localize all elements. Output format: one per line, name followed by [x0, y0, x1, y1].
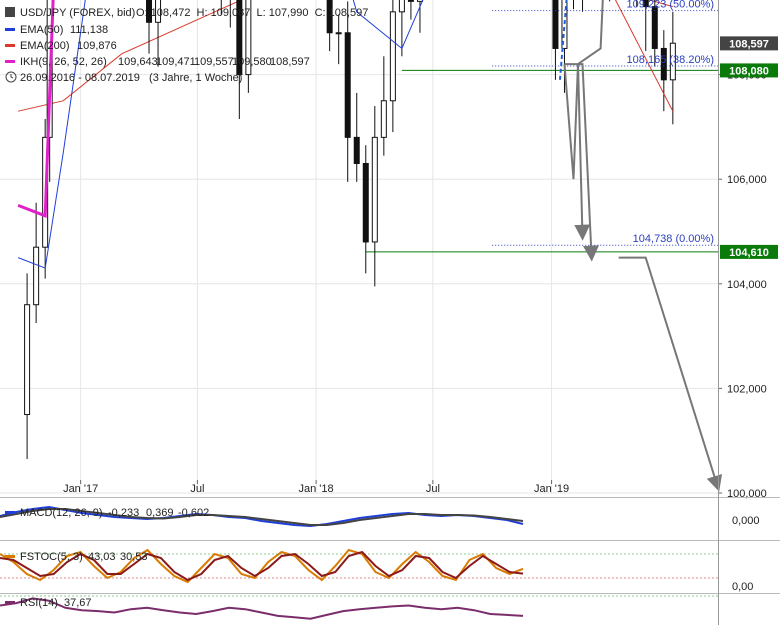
fstoc-panel: FSTOC(5, 3) 43,03 30,53 0,00 — [0, 540, 780, 593]
right-price-labels: 114,737114,570108,597108,080104,610 — [720, 36, 778, 259]
macd-value-1: -0,233 — [108, 507, 139, 519]
macd-value-3: -0,602 — [178, 507, 209, 519]
ema50-legend-swatch — [5, 28, 15, 31]
x-tick-label: Jul — [426, 483, 440, 495]
x-tick-label: Jul — [190, 483, 204, 495]
fib-label: 104,738 (0.00%) — [633, 233, 714, 245]
fib-label: 108,165 (38.20%) — [627, 54, 714, 66]
rsi-value: 37,67 — [64, 597, 92, 609]
x-tick-label: Jan '18 — [299, 483, 334, 495]
candle-body — [416, 0, 423, 2]
fib-label: 109,223 (50.00%) — [627, 0, 714, 11]
ikh-legend-value-4: 109,580 — [232, 56, 272, 68]
candle-body — [371, 136, 378, 243]
x-tick-label: Jan '19 — [534, 483, 569, 495]
candle-body — [552, 0, 559, 49]
price-label-text: 108,080 — [729, 65, 769, 77]
instrument-icon — [5, 7, 15, 17]
ema200-legend-value: 109,876 — [77, 40, 117, 52]
candle-body — [389, 11, 396, 102]
period-range: 26.09.2016 - 08.07.2019 (3 Jahre, 1 Woch… — [20, 72, 242, 84]
candle-body — [398, 0, 405, 13]
candle-body — [335, 32, 342, 35]
y-tick-label: 102,000 — [727, 383, 767, 395]
ikh-legend-value-1: 109,643 — [118, 56, 158, 68]
rsi-legend-label: RSI(14) — [20, 597, 58, 609]
rsi-panel: RSI(14) 37,67 — [0, 593, 780, 620]
ikh-legend-value-2: 109,471 — [156, 56, 196, 68]
x-tick-label: Jan '17 — [63, 483, 98, 495]
chart-canvas: 113,708 (100.00%)110,281 (61.80%)109,223… — [0, 0, 780, 625]
candle-body — [33, 246, 40, 306]
ikh-legend-value-3: 109,557 — [194, 56, 234, 68]
ema200-legend-label: EMA(200) — [20, 40, 70, 52]
y-tick-label: 104,000 — [727, 279, 767, 291]
ikh-legend-swatch — [5, 60, 15, 63]
fstoc-value-1: 43,03 — [88, 551, 116, 563]
macd-axis-tick: 0,000 — [732, 515, 760, 527]
candle-body — [407, 0, 414, 2]
candle-body — [344, 32, 351, 138]
fstoc-legend-swatch — [5, 555, 15, 558]
fstoc-axis-tick: 0,00 — [732, 581, 753, 593]
price-label-text: 108,597 — [729, 38, 769, 50]
fstoc-legend-label: FSTOC(5, 3) — [20, 551, 83, 563]
y-tick-label: 100,000 — [727, 488, 767, 500]
candle-body — [380, 100, 387, 138]
macd-legend-label: MACD(12, 26, 9) — [20, 507, 103, 519]
ohlc-readout: O: 108,472 H: 109,087 L: 107,990 C: 108,… — [136, 7, 368, 19]
macd-value-2: 0,369 — [146, 507, 174, 519]
macd-legend-swatch — [5, 511, 15, 514]
fstoc-value-2: 30,53 — [120, 551, 148, 563]
y-tick-label: 106,000 — [727, 174, 767, 186]
candle-body — [24, 304, 31, 416]
price-label-text: 104,610 — [729, 247, 769, 259]
ikh-legend-label: IKH(9, 26, 52, 26) — [20, 56, 107, 68]
macd-panel: MACD(12, 26, 9) -0,233 0,369 -0,602 0,00… — [0, 497, 780, 528]
candle-body — [651, 6, 658, 49]
instrument-title: USD/JPY (FOREX, bid) — [20, 7, 135, 19]
candle-body — [362, 163, 369, 243]
rsi-legend-swatch — [5, 601, 15, 604]
ema50-legend-label: EMA(50) — [20, 24, 63, 36]
ikh-legend-value-5: 108,597 — [270, 56, 310, 68]
candle-body — [353, 136, 360, 165]
ema200-legend-swatch — [5, 44, 15, 47]
ema50-legend-value: 111,138 — [70, 24, 108, 36]
